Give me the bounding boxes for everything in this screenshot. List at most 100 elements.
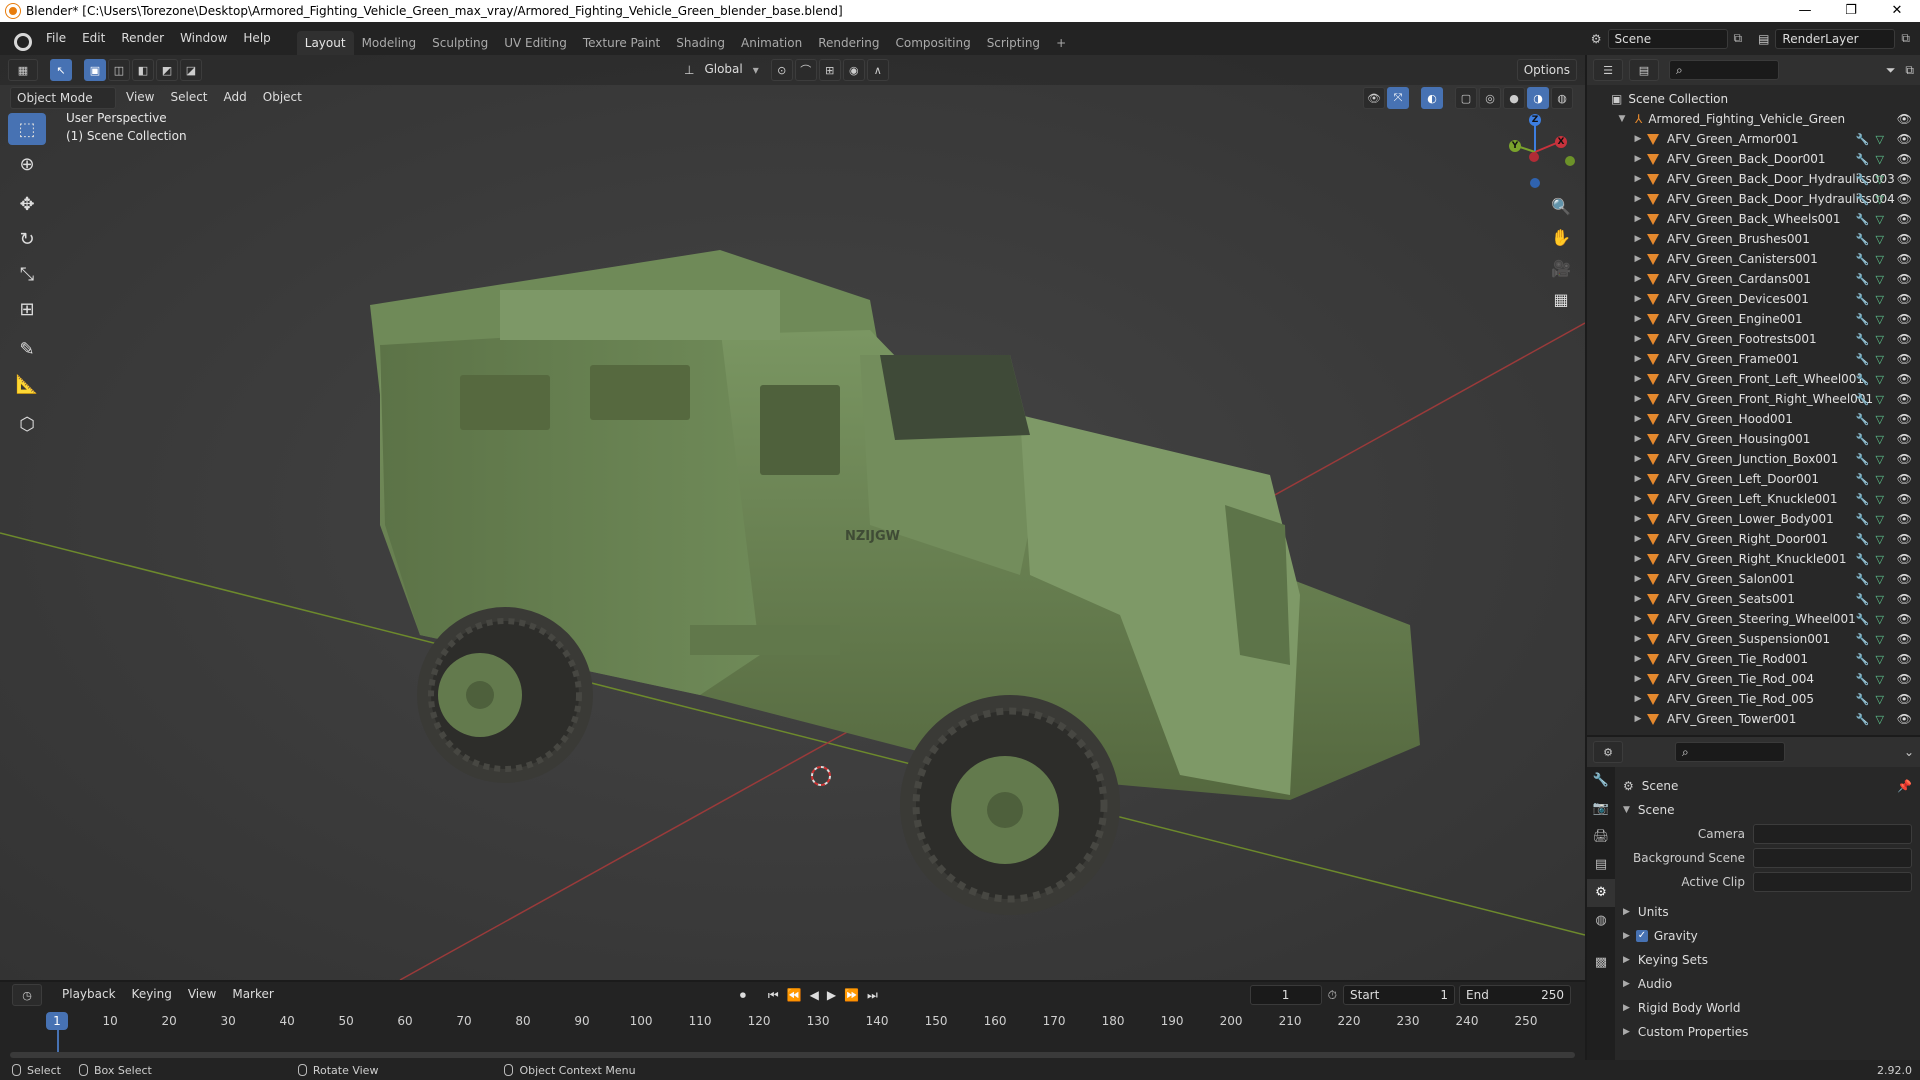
mesh-data-icon[interactable]: ▽ <box>1876 553 1884 566</box>
timeline-scrollbar[interactable] <box>10 1052 1575 1058</box>
outliner-item[interactable]: ▶ AFV_Green_Hood001 🔧 ▽ 👁 <box>1587 409 1920 429</box>
eye-icon[interactable]: 👁 <box>1897 452 1912 466</box>
tab-layout[interactable]: Layout <box>296 30 354 55</box>
scene-panel-header[interactable]: ▼ Scene <box>1623 799 1912 821</box>
playback-dropdown[interactable]: Playback <box>56 984 122 1006</box>
mesh-data-icon[interactable]: ▽ <box>1876 193 1884 206</box>
outliner-search-input[interactable]: ⌕ <box>1669 60 1779 80</box>
eye-icon[interactable]: 👁 <box>1897 472 1912 486</box>
outliner-item[interactable]: ▶ AFV_Green_Canisters001 🔧 ▽ 👁 <box>1587 249 1920 269</box>
outliner-item[interactable]: ▶ AFV_Green_Left_Knuckle001 🔧 ▽ 👁 <box>1587 489 1920 509</box>
outliner-item[interactable]: ▶ AFV_Green_Back_Wheels001 🔧 ▽ 👁 <box>1587 209 1920 229</box>
eye-icon[interactable]: 👁 <box>1897 692 1912 706</box>
tab-modeling[interactable]: Modeling <box>354 31 425 55</box>
new-view-layer-icon[interactable]: ⧉ <box>1901 31 1910 46</box>
play-reverse-icon[interactable]: ◀ <box>810 988 819 1002</box>
menu-view[interactable]: View <box>120 87 160 109</box>
3d-viewport[interactable]: NZIJGW ▦ ↖ ▣ ◫ ◧ ◩ ◪ ⊥ Global ▾ ⊙ ⌒ ⊞ ◉ … <box>0 55 1585 980</box>
expand-arrow-icon[interactable]: ▶ <box>1631 214 1645 224</box>
eye-icon[interactable]: 👁 <box>1897 632 1912 646</box>
outliner-item[interactable]: ▶ AFV_Green_Suspension001 🔧 ▽ 👁 <box>1587 629 1920 649</box>
wrench-icon[interactable]: 🔧 <box>1856 373 1870 386</box>
expand-arrow-icon[interactable]: ▼ <box>1615 114 1629 124</box>
eye-icon[interactable]: 👁 <box>1897 372 1912 386</box>
playhead[interactable]: 1 <box>46 1012 68 1030</box>
gizmo-y-axis[interactable]: Y <box>1509 140 1521 152</box>
menu-file[interactable]: File <box>38 22 74 55</box>
mesh-data-icon[interactable]: ▽ <box>1876 293 1884 306</box>
outliner-item[interactable]: ▶ AFV_Green_Seats001 🔧 ▽ 👁 <box>1587 589 1920 609</box>
wrench-icon[interactable]: 🔧 <box>1856 513 1870 526</box>
mode-subtract-icon[interactable]: ◧ <box>132 59 154 81</box>
wrench-icon[interactable]: 🔧 <box>1856 693 1870 706</box>
new-scene-icon[interactable]: ⧉ <box>1734 31 1743 46</box>
eye-icon[interactable]: 👁 <box>1897 412 1912 426</box>
ortho-grid-icon[interactable]: ▦ <box>1549 288 1573 312</box>
expand-arrow-icon[interactable]: ▶ <box>1631 474 1645 484</box>
menu-object[interactable]: Object <box>257 87 308 109</box>
output-tab-icon[interactable]: 🖨 <box>1587 823 1615 851</box>
eye-icon[interactable]: 👁 <box>1897 252 1912 266</box>
stopwatch-icon[interactable]: ⏱ <box>1328 988 1337 1003</box>
select-tool-icon[interactable]: ↖ <box>50 59 72 81</box>
mesh-data-icon[interactable]: ▽ <box>1876 673 1884 686</box>
properties-search-input[interactable]: ⌕ <box>1675 742 1785 762</box>
mesh-data-icon[interactable]: ▽ <box>1876 133 1884 146</box>
mesh-data-icon[interactable]: ▽ <box>1876 273 1884 286</box>
expand-arrow-icon[interactable]: ▶ <box>1631 274 1645 284</box>
wrench-icon[interactable]: 🔧 <box>1856 573 1870 586</box>
material-preview-icon[interactable]: ◑ <box>1527 87 1549 109</box>
expand-arrow-icon[interactable]: ▶ <box>1631 394 1645 404</box>
outliner-item[interactable]: ▶ AFV_Green_Engine001 🔧 ▽ 👁 <box>1587 309 1920 329</box>
expand-arrow-icon[interactable]: ▶ <box>1631 634 1645 644</box>
expand-arrow-icon[interactable]: ▶ <box>1631 654 1645 664</box>
mode-intersect-icon[interactable]: ◪ <box>180 59 202 81</box>
eye-icon[interactable]: 👁 <box>1897 432 1912 446</box>
mesh-data-icon[interactable]: ▽ <box>1876 433 1884 446</box>
wrench-icon[interactable]: 🔧 <box>1856 433 1870 446</box>
units-panel[interactable]: ▶ Units <box>1623 901 1912 923</box>
next-keyframe-icon[interactable]: ⏩ <box>844 988 859 1002</box>
outliner-item[interactable]: ▶ AFV_Green_Armor001 🔧 ▽ 👁 <box>1587 129 1920 149</box>
minimize-button[interactable]: — <box>1782 0 1828 22</box>
outliner-item[interactable]: ▶ AFV_Green_Tower001 🔧 ▽ 👁 <box>1587 709 1920 729</box>
wrench-icon[interactable]: 🔧 <box>1856 473 1870 486</box>
expand-arrow-icon[interactable]: ▶ <box>1631 694 1645 704</box>
mesh-data-icon[interactable]: ▽ <box>1876 233 1884 246</box>
outliner-item[interactable]: ▶ AFV_Green_Footrests001 🔧 ▽ 👁 <box>1587 329 1920 349</box>
wrench-icon[interactable]: 🔧 <box>1856 533 1870 546</box>
outliner-item[interactable]: ▶ AFV_Green_Steering_Wheel001 🔧 ▽ 👁 <box>1587 609 1920 629</box>
tool-tab-icon[interactable]: 🔧 <box>1587 767 1615 795</box>
wrench-icon[interactable]: 🔧 <box>1856 453 1870 466</box>
eye-icon[interactable]: 👁 <box>1897 292 1912 306</box>
gizmo-toggle-icon[interactable]: ⤧ <box>1387 87 1409 109</box>
pivot-point-icon[interactable]: ⊙ <box>770 59 793 81</box>
rotate-tool-icon[interactable]: ↻ <box>8 223 46 255</box>
eye-icon[interactable]: 👁 <box>1897 572 1912 586</box>
expand-arrow-icon[interactable]: ▶ <box>1631 714 1645 724</box>
timeline-view-menu[interactable]: View <box>182 984 222 1006</box>
tab-rendering[interactable]: Rendering <box>810 31 887 55</box>
mesh-data-icon[interactable]: ▽ <box>1876 393 1884 406</box>
proportional-editing-icon[interactable]: ◉ <box>842 59 865 81</box>
display-mode-icon[interactable]: ▤ <box>1629 59 1659 81</box>
gizmo-x-axis[interactable]: X <box>1555 136 1567 148</box>
expand-arrow-icon[interactable]: ▶ <box>1631 294 1645 304</box>
outliner-item[interactable]: ▶ AFV_Green_Back_Door_Hydraulics004 🔧 ▽ 👁 <box>1587 189 1920 209</box>
marker-menu[interactable]: Marker <box>226 984 279 1006</box>
gizmo-neg-y[interactable] <box>1565 156 1575 166</box>
outliner-item[interactable]: ▶ AFV_Green_Back_Door001 🔧 ▽ 👁 <box>1587 149 1920 169</box>
prev-keyframe-icon[interactable]: ⏪ <box>787 988 802 1002</box>
outliner-editor-type-icon[interactable]: ☰ <box>1593 59 1623 81</box>
transform-orientation-dropdown[interactable]: Global <box>698 59 748 81</box>
keying-sets-panel[interactable]: ▶ Keying Sets <box>1623 949 1912 971</box>
mesh-data-icon[interactable]: ▽ <box>1876 513 1884 526</box>
timeline-ruler[interactable]: 1102030405060708090100110120130140150160… <box>0 1010 1585 1032</box>
outliner-item[interactable]: ▶ AFV_Green_Devices001 🔧 ▽ 👁 <box>1587 289 1920 309</box>
expand-arrow-icon[interactable]: ▶ <box>1631 534 1645 544</box>
mesh-data-icon[interactable]: ▽ <box>1876 713 1884 726</box>
play-icon[interactable]: ▶ <box>827 988 836 1002</box>
render-tab-icon[interactable]: 📷 <box>1587 795 1615 823</box>
expand-arrow-icon[interactable]: ▶ <box>1631 314 1645 324</box>
audio-panel[interactable]: ▶ Audio <box>1623 973 1912 995</box>
